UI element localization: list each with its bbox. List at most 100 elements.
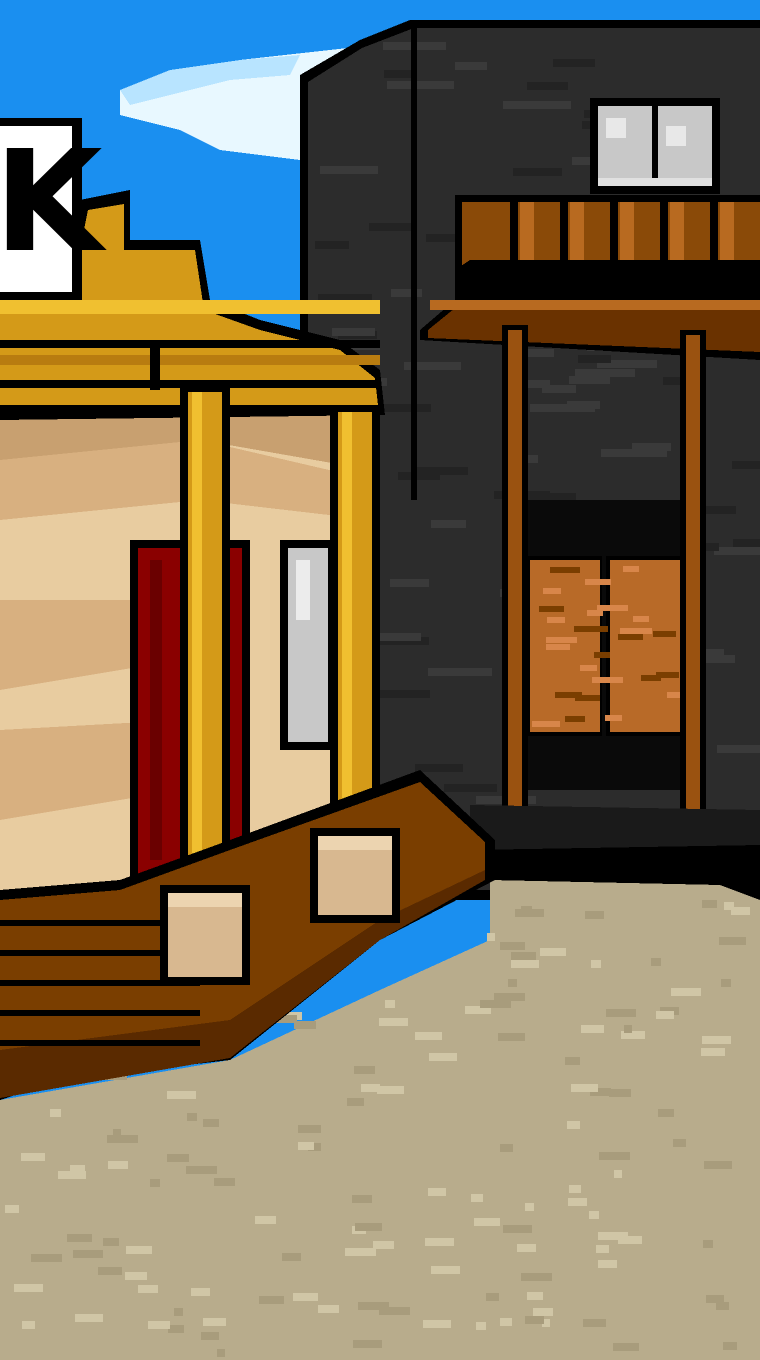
wood-grain [618,634,643,640]
ground-speck [174,1308,183,1316]
adobe-window [280,540,336,750]
brick [387,81,454,89]
ground-speck [345,1248,376,1256]
brick [733,539,760,547]
wood-grain [623,566,639,572]
wood-grain [641,675,661,681]
brick [503,101,571,109]
post-base-right [310,828,400,923]
ground-speck [347,1098,364,1106]
ground-speck [431,1266,460,1274]
ground-speck [656,1011,674,1019]
wood-grain [555,692,582,698]
ground-speck [517,1244,536,1252]
wood-grain [550,567,580,573]
ground-speck [415,1032,442,1040]
ground-speck [598,1232,628,1240]
ground-speck [596,1245,609,1253]
wood-grain [633,616,649,622]
ground-speck [702,1036,731,1044]
ground-speck [167,1154,189,1162]
ground-speck [567,1121,580,1129]
ground-speck [703,1240,713,1248]
brick [530,404,595,412]
brick [390,579,429,587]
ground-speck [673,1139,686,1147]
ground-speck [203,1318,226,1326]
ground-speck [480,1000,511,1008]
ground-speck [75,1314,103,1322]
ground-speck [658,1109,674,1117]
ground-speck [298,1142,314,1150]
ground-speck [731,907,750,915]
wood-grain [543,588,561,594]
ground-speck [58,1171,86,1179]
ground-speck [723,1342,737,1350]
wood-grain [594,652,610,658]
ground-speck [624,1025,632,1033]
ground-speck [187,1113,197,1121]
brick [513,168,562,176]
ground-speck [125,1272,147,1280]
ground-speck [571,1084,598,1092]
ground-speck [706,1295,724,1303]
wood-grain [585,579,611,585]
ground-speck [14,1284,43,1292]
brick [553,59,595,67]
shop-sign: K [0,118,107,300]
ground-speck [474,1218,500,1226]
ground-speck [377,1086,404,1094]
ground-speck [599,1152,630,1160]
ground-speck [429,1053,457,1061]
plank-seam [0,1040,200,1046]
brick [369,223,417,231]
ground-speck [704,1161,732,1169]
brick [428,668,492,676]
ground-speck [167,1091,196,1099]
brick [455,62,487,70]
wood-grain [620,628,652,634]
ground-speck [721,979,731,987]
wood-grain [532,721,560,727]
ground-speck [22,1321,35,1329]
ground-speck [425,1238,454,1246]
ground-speck [191,1288,210,1296]
ground-speck [201,1332,219,1340]
balcony-railing [420,195,760,360]
wood-grain [605,715,622,721]
brick [542,385,576,393]
ground-speck [500,942,525,950]
ground-speck [609,1089,631,1097]
ground-speck [614,1170,622,1178]
ground-speck [103,1238,119,1246]
ground-speck [107,1135,138,1143]
ground-speck [511,952,536,960]
porch-post-left [180,385,230,895]
wood-grain [592,677,623,683]
ground-speck [67,1234,92,1242]
scene-canvas: K [0,0,760,1360]
ground-speck [354,1066,375,1074]
ground-speck [294,1021,316,1029]
ground-speck [569,1185,581,1193]
ground-speck [540,948,566,956]
ground-speck [702,900,717,908]
brick [732,461,760,469]
ground-speck [318,1305,339,1313]
ground-speck [50,1109,61,1117]
ground-speck [589,1211,599,1219]
ground-speck [613,1343,639,1351]
ground-speck [282,1253,301,1261]
ground-speck [186,1166,217,1174]
ground-speck [471,1194,483,1202]
ground-speck [293,1293,318,1301]
wood-grain [539,606,564,612]
ground-speck [379,1018,408,1026]
ground-speck [527,1292,543,1300]
ground-speck [73,1250,103,1258]
ground-speck [511,960,539,968]
ground-speck [583,1319,606,1327]
ground-speck [525,1316,544,1324]
brick [391,289,422,297]
ground-speck [423,1320,451,1328]
